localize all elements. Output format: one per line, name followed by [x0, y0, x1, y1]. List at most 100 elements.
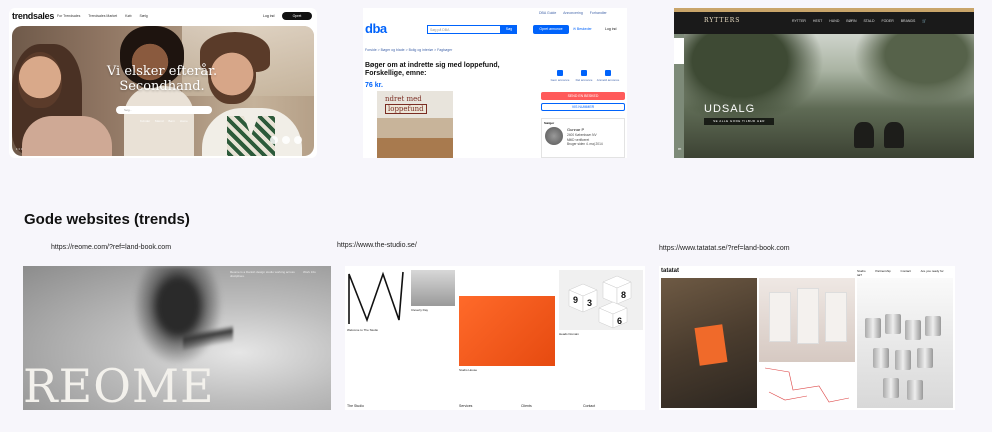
svg-text:3: 3	[587, 298, 592, 308]
show-number-button[interactable]: VIS NUMMER	[541, 103, 625, 111]
project-image[interactable]	[411, 270, 455, 306]
svg-text:6: 6	[617, 316, 622, 326]
listing-price: 76 kr.	[365, 82, 383, 89]
project-image[interactable]: 3 8 6 9	[559, 270, 643, 330]
search-input[interactable]: Søg på DBA	[427, 25, 501, 34]
login-link[interactable]: Log ind	[263, 14, 274, 18]
reome-wordmark: REOME	[23, 359, 215, 410]
sale-title: UDSALG	[704, 103, 756, 115]
search-button[interactable]: Søg	[501, 25, 517, 34]
cart-icon[interactable]: 🛒	[922, 19, 926, 23]
horse-rider	[884, 122, 904, 148]
dba-screenshot: DBA Guide Annoncering Forhandler dba Søg…	[363, 8, 627, 158]
reome-tagline: Reome is a Danish design studio working …	[230, 270, 295, 278]
nav-item[interactable]: RYTTER	[792, 19, 806, 23]
sale-button[interactable]: SE ALLE GODE TILBUD HER	[704, 118, 774, 125]
horse-rider	[854, 122, 874, 148]
messages-label: Beskeder	[576, 27, 592, 31]
reome-screenshot: Reome is a Danish design studio working …	[23, 266, 331, 410]
chip[interactable]: Mænd	[155, 119, 164, 123]
project-caption: Heads Domain	[559, 332, 579, 336]
trendsales-nav: For Trendsales Trendsales Market Køb Sæl…	[57, 14, 155, 18]
seller-label: Sælger	[544, 121, 555, 125]
footer-link[interactable]: Contact	[583, 404, 595, 408]
listing-title: Bøger om at indrette sig med loppefund, …	[365, 62, 500, 77]
project-caption: Welcome to The Studio	[347, 328, 379, 332]
rytters-nav: RYTTER HEST HUND BØRN STALD FODER BRANDS…	[792, 19, 933, 23]
nav-item[interactable]: Partnership	[875, 269, 890, 273]
book-cover-text: loppefund	[385, 104, 427, 114]
trendsales-logo[interactable]: trendsales	[12, 11, 54, 21]
listing-actions: Gem annonce Del annonce Anmeld annonce	[548, 70, 627, 82]
nav-item[interactable]: Køb	[125, 14, 131, 18]
nav-item[interactable]: Contact	[901, 269, 911, 273]
footer-link[interactable]: Services	[459, 404, 472, 408]
seller-name[interactable]: Gunnar P	[567, 127, 584, 132]
heart-icon	[557, 70, 563, 76]
project-image[interactable]	[857, 278, 953, 408]
report-ad-button[interactable]: Anmeld annonce	[596, 70, 620, 82]
url-studio[interactable]: https://www.the-studio.se/	[337, 242, 417, 249]
top-link[interactable]: Forhandler	[590, 11, 607, 15]
login-link[interactable]: Log ind	[605, 27, 616, 31]
studio-w-logo[interactable]	[347, 270, 405, 326]
nav-item[interactable]: HEST	[813, 19, 822, 23]
signup-button[interactable]: Opret	[282, 12, 312, 20]
nav-item[interactable]: BØRN	[846, 19, 856, 23]
corner-label: m	[678, 146, 682, 151]
nav-item[interactable]: HUND	[829, 19, 839, 23]
google-play-icon[interactable]	[282, 136, 290, 144]
tatatat-logo[interactable]: tatatat	[661, 268, 679, 274]
person-face	[18, 52, 62, 108]
send-message-button[interactable]: SEND EN BESKED	[541, 92, 625, 100]
nav-item[interactable]: Sælg	[140, 14, 148, 18]
save-ad-button[interactable]: Gem annonce	[548, 70, 572, 82]
svg-text:8: 8	[621, 290, 626, 300]
tatatat-nav: Studio Partnership Contact Are you ready…	[857, 269, 955, 277]
project-caption: Cleverly Day	[411, 308, 429, 312]
app-store-icon[interactable]	[270, 136, 278, 144]
orange-notebook	[694, 324, 728, 366]
reome-nav[interactable]: Work Info	[303, 270, 316, 274]
footer-link[interactable]: The Studio	[347, 404, 364, 408]
messages-link[interactable]: ✉ Beskeder	[573, 27, 592, 31]
dba-top-links: DBA Guide Annoncering Forhandler	[539, 11, 613, 15]
nav-item[interactable]: STALD	[863, 19, 874, 23]
nav-item[interactable]: Trendsales Market	[88, 14, 117, 18]
hero-headline: Vi elsker efterår. Secondhand.	[106, 64, 218, 94]
chip[interactable]: Kvinder	[140, 119, 150, 123]
footer-link[interactable]: Clients	[521, 404, 532, 408]
avatar[interactable]	[545, 127, 563, 145]
chip[interactable]: Børn	[168, 119, 175, 123]
nav-item[interactable]: FODER	[881, 19, 893, 23]
breadcrumb[interactable]: Forside > Bøger og blade > Bolig og inte…	[365, 48, 452, 52]
social-icon[interactable]	[294, 136, 302, 144]
hero-image: Vi elsker efterår. Secondhand. Søg... Kv…	[12, 26, 314, 156]
url-reome[interactable]: https://reome.com/?ref=land-book.com	[51, 244, 171, 251]
project-image[interactable]	[459, 296, 555, 366]
dba-logo[interactable]: dba	[365, 21, 387, 36]
project-image[interactable]	[759, 362, 855, 408]
section-heading: Gode websites (trends)	[24, 211, 190, 228]
search-input[interactable]: Søg...	[116, 106, 212, 114]
chip[interactable]: Home	[180, 119, 188, 123]
category-chips: Kvinder Mænd Børn Home	[140, 119, 192, 123]
project-image[interactable]	[759, 278, 855, 362]
create-ad-button[interactable]: Opret annonce	[533, 25, 569, 34]
studio-screenshot: Welcome to The Studio Cleverly Day Studi…	[345, 266, 645, 410]
trendsales-screenshot: trendsales For Trendsales Trendsales Mar…	[9, 8, 317, 158]
rytters-logo[interactable]: RYTTERS	[704, 17, 740, 24]
url-tatatat[interactable]: https://www.tatatat.se/?ref=land-book.co…	[659, 245, 790, 252]
seller-card: Sælger Gunnar P 2400 København NV MitID …	[541, 118, 625, 158]
side-contact-icons[interactable]	[674, 38, 684, 64]
hero-image	[684, 34, 974, 158]
carousel-dots-icon[interactable]: • • •	[16, 146, 22, 151]
nav-item[interactable]: For Trendsales	[57, 14, 80, 18]
tatatat-screenshot: tatatat Studio Partnership Contact Are y…	[659, 266, 955, 410]
share-icon	[581, 70, 587, 76]
share-ad-button[interactable]: Del annonce	[572, 70, 596, 82]
top-link[interactable]: DBA Guide	[539, 11, 556, 15]
top-link[interactable]: Annoncering	[563, 11, 583, 15]
nav-item[interactable]: BRANDS	[901, 19, 916, 23]
seller-info: 2400 København NV MitID verificeret Brug…	[567, 133, 603, 146]
